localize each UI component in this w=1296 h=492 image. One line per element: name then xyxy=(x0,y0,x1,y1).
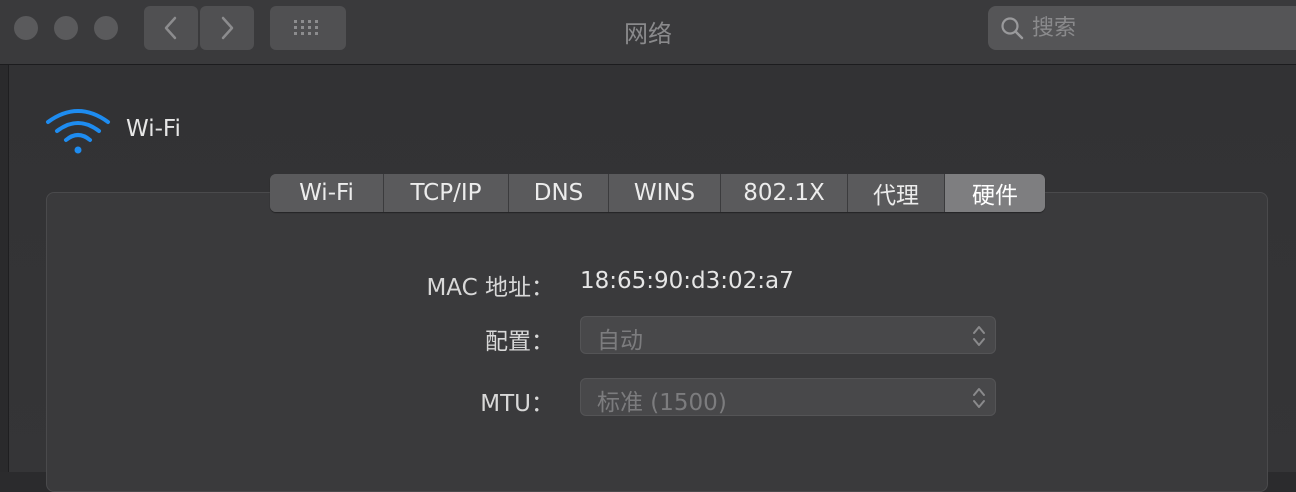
tab-wins[interactable]: WINS xyxy=(609,174,721,212)
config-label: 配置： xyxy=(485,329,554,355)
grid-icon xyxy=(294,20,318,35)
interface-name: Wi-Fi xyxy=(126,116,181,142)
config-popup[interactable]: 自动 xyxy=(580,316,996,354)
mac-address-label: MAC 地址： xyxy=(426,275,554,301)
chevron-up-down-icon xyxy=(973,388,985,408)
wifi-icon xyxy=(46,109,110,154)
chevron-left-icon xyxy=(164,16,177,40)
mtu-value: 标准 (1500) xyxy=(597,390,727,416)
forward-button[interactable] xyxy=(200,6,254,50)
search-field[interactable] xyxy=(988,6,1296,50)
tab-8021x[interactable]: 802.1X xyxy=(721,174,848,212)
tab-wifi[interactable]: Wi-Fi xyxy=(270,174,384,212)
config-value: 自动 xyxy=(597,328,643,354)
chevron-up-down-icon xyxy=(973,326,985,346)
mac-address-value: 18:65:90:d3:02:a7 xyxy=(580,268,794,294)
tab-proxy[interactable]: 代理 xyxy=(848,174,945,212)
tab-tcpip[interactable]: TCP/IP xyxy=(384,174,509,212)
search-icon xyxy=(1001,17,1024,40)
search-input[interactable] xyxy=(1032,6,1292,50)
sidebar-edge xyxy=(0,65,9,472)
tab-bar: Wi-Fi TCP/IP DNS WINS 802.1X 代理 硬件 xyxy=(270,174,1045,212)
tab-hardware[interactable]: 硬件 xyxy=(945,174,1045,212)
mtu-popup[interactable]: 标准 (1500) xyxy=(580,378,996,416)
chevron-right-icon xyxy=(221,16,234,40)
back-button[interactable] xyxy=(144,6,198,50)
title-bar: 网络 xyxy=(0,0,1296,65)
minimize-window-button[interactable] xyxy=(54,16,78,40)
show-all-button[interactable] xyxy=(270,6,346,50)
zoom-window-button[interactable] xyxy=(94,16,118,40)
navigation-group xyxy=(144,6,254,50)
tab-dns[interactable]: DNS xyxy=(509,174,609,212)
mtu-label: MTU： xyxy=(480,391,554,417)
close-window-button[interactable] xyxy=(14,16,38,40)
